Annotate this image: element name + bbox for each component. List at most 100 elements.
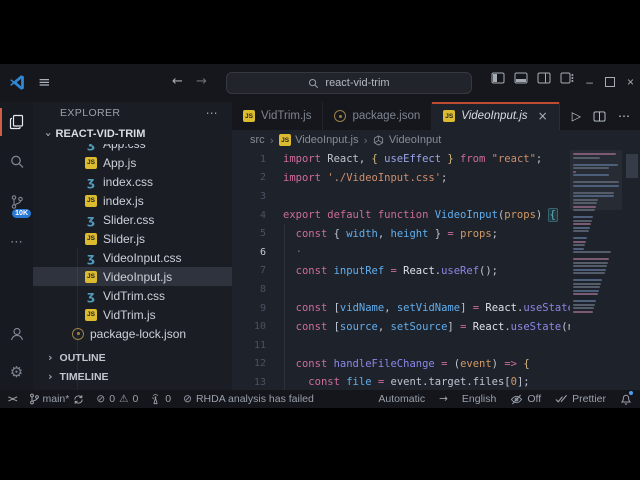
close-button[interactable]: × <box>627 71 634 93</box>
source-control-icon[interactable]: 10K <box>0 182 33 222</box>
tab-package.json[interactable]: package.json <box>323 102 432 130</box>
remote-indicator[interactable]: >< <box>8 394 17 404</box>
explorer-sidebar: EXPLORER ⋯ › REACT-VID-TRIM ʒApp.cssJSAp… <box>33 102 232 390</box>
file-item-index.js[interactable]: JSindex.js <box>33 191 232 210</box>
file-item-Slider.js[interactable]: JSSlider.js <box>33 229 232 248</box>
additional-views-icon[interactable]: ⋯ <box>0 222 33 262</box>
css-file-icon: ʒ <box>85 251 97 264</box>
scm-badge: 10K <box>12 209 31 218</box>
explorer-icon[interactable] <box>0 102 33 142</box>
code-line-8: 8 <box>232 280 570 299</box>
settings-gear-icon[interactable]: ⚙ <box>0 354 33 390</box>
breadcrumb-item-src[interactable]: src <box>250 134 265 146</box>
editor-more-icon[interactable]: ⋯ <box>618 109 630 123</box>
notifications-bell[interactable] <box>620 393 632 405</box>
js-file-icon: JS <box>243 110 255 122</box>
toggle-sidebar-icon[interactable] <box>491 72 505 84</box>
file-item-VideoInput.js[interactable]: JSVideoInput.js <box>33 267 232 286</box>
file-item-VidTrim.css[interactable]: ʒVidTrim.css <box>33 286 232 305</box>
js-file-icon: JS <box>443 110 455 122</box>
breadcrumb-item-VideoInput.js[interactable]: JSVideoInput.js <box>279 134 358 146</box>
eye-off-icon <box>510 394 523 405</box>
search-sidebar-icon[interactable] <box>0 142 33 182</box>
problems-indicator[interactable]: ⊘ 0 ⚠ 0 <box>96 393 138 405</box>
file-item-index.css[interactable]: ʒindex.css <box>33 172 232 191</box>
arrow-right-icon: → <box>439 393 448 405</box>
code-line-13: 13 const file = event.target.files[0]; <box>232 373 570 390</box>
minimap[interactable] <box>570 150 622 390</box>
code-line-3: 3 <box>232 187 570 206</box>
file-item-VidTrim.js[interactable]: JSVidTrim.js <box>33 305 232 324</box>
code-line-2: 2import './VideoInput.css'; <box>232 169 570 188</box>
toggle-secondary-sidebar-icon[interactable] <box>537 72 551 84</box>
js-file-icon: JS <box>85 271 97 283</box>
css-file-icon: ʒ <box>85 213 97 226</box>
npm-json-icon <box>334 110 346 122</box>
breadcrumb[interactable]: src›JSVideoInput.js›VideoInput <box>232 130 640 150</box>
code-line-12: 12 const handleFileChange = (event) => { <box>232 355 570 374</box>
screencast-status[interactable]: Off <box>510 393 541 405</box>
error-icon: ⊘ <box>183 393 192 405</box>
search-icon <box>308 78 319 89</box>
tab-close-icon[interactable]: × <box>538 109 548 123</box>
file-item-package-lock.json[interactable]: package-lock.json <box>33 324 232 343</box>
project-root-row[interactable]: › REACT-VID-TRIM <box>33 124 232 144</box>
code-line-4: 4export default function VideoInput(prop… <box>232 206 570 225</box>
code-line-9: 9 const [vidName, setVidName] = React.us… <box>232 299 570 318</box>
toggle-panel-icon[interactable] <box>514 72 528 84</box>
rhda-status[interactable]: ⊘ RHDA analysis has failed <box>183 393 314 405</box>
css-file-icon: ʒ <box>85 144 97 150</box>
maximize-button[interactable] <box>605 77 615 87</box>
translate-to[interactable]: English <box>462 393 496 405</box>
js-file-icon: JS <box>279 134 291 146</box>
file-item-VideoInput.css[interactable]: ʒVideoInput.css <box>33 248 232 267</box>
breadcrumb-item-VideoInput[interactable]: VideoInput <box>373 134 441 146</box>
run-button[interactable]: ▷ <box>572 109 581 123</box>
screenshot-stage: ≡ ← → react-vid-trim – × <box>0 0 640 480</box>
split-editor-icon[interactable] <box>593 111 606 122</box>
radio-tower-icon <box>150 394 161 405</box>
tab-bar: JSVidTrim.jspackage.jsonJSVideoInput.js×… <box>232 102 640 130</box>
breadcrumb-separator: › <box>270 134 274 147</box>
activity-bar: 10K ⋯ ⚙ <box>0 102 33 390</box>
code-view[interactable]: 1import React, { useEffect } from "react… <box>232 150 570 390</box>
code-line-1: 1import React, { useEffect } from "react… <box>232 150 570 169</box>
tree-indent-guide <box>77 248 78 390</box>
command-center-search[interactable]: react-vid-trim <box>226 72 472 94</box>
search-value: react-vid-trim <box>325 77 389 89</box>
ports-indicator[interactable]: 0 <box>150 393 171 405</box>
editor-area: JSVidTrim.jspackage.jsonJSVideoInput.js×… <box>232 102 640 390</box>
vscode-logo-icon <box>9 74 26 91</box>
section-timeline[interactable]: ›TIMELINE <box>33 367 232 386</box>
tab-VidTrim.js[interactable]: JSVidTrim.js <box>232 102 323 130</box>
code-line-5: 5 const { width, height } = props; <box>232 224 570 243</box>
file-item-App.css[interactable]: ʒApp.css <box>33 144 232 153</box>
npm-json-icon <box>72 328 84 340</box>
file-item-Slider.css[interactable]: ʒSlider.css <box>33 210 232 229</box>
translate-from[interactable]: Automatic <box>378 393 425 405</box>
js-file-icon: JS <box>85 195 97 207</box>
menu-icon[interactable]: ≡ <box>38 73 51 91</box>
chevron-right-icon: › <box>48 370 53 383</box>
account-icon[interactable] <box>0 314 33 354</box>
project-name: REACT-VID-TRIM <box>56 128 146 140</box>
section-outline[interactable]: ›OUTLINE <box>33 348 232 367</box>
error-icon: ⊘ <box>96 393 105 405</box>
tab-VideoInput.js[interactable]: JSVideoInput.js× <box>432 102 559 130</box>
warning-icon: ⚠ <box>119 393 128 405</box>
formatter-status[interactable]: Prettier <box>555 393 606 405</box>
code-line-7: 7 const inputRef = React.useRef(); <box>232 262 570 281</box>
status-bar: >< main* ⊘ 0 ⚠ 0 0 ⊘ RHD <box>0 390 640 408</box>
file-item-App.js[interactable]: JSApp.js <box>33 153 232 172</box>
explorer-more-icon[interactable]: ⋯ <box>206 106 218 120</box>
branch-indicator[interactable]: main* <box>29 393 85 405</box>
symbol-module-icon <box>373 135 384 146</box>
double-check-icon <box>555 394 568 404</box>
sync-icon <box>73 394 84 405</box>
minimize-button[interactable]: – <box>586 71 593 93</box>
nav-back-icon[interactable]: ← <box>172 74 183 89</box>
vscode-window: ≡ ← → react-vid-trim – × <box>0 64 640 408</box>
customize-layout-icon[interactable] <box>560 72 574 84</box>
nav-forward-icon[interactable]: → <box>196 74 207 89</box>
editor-scrollbar[interactable] <box>626 154 638 178</box>
